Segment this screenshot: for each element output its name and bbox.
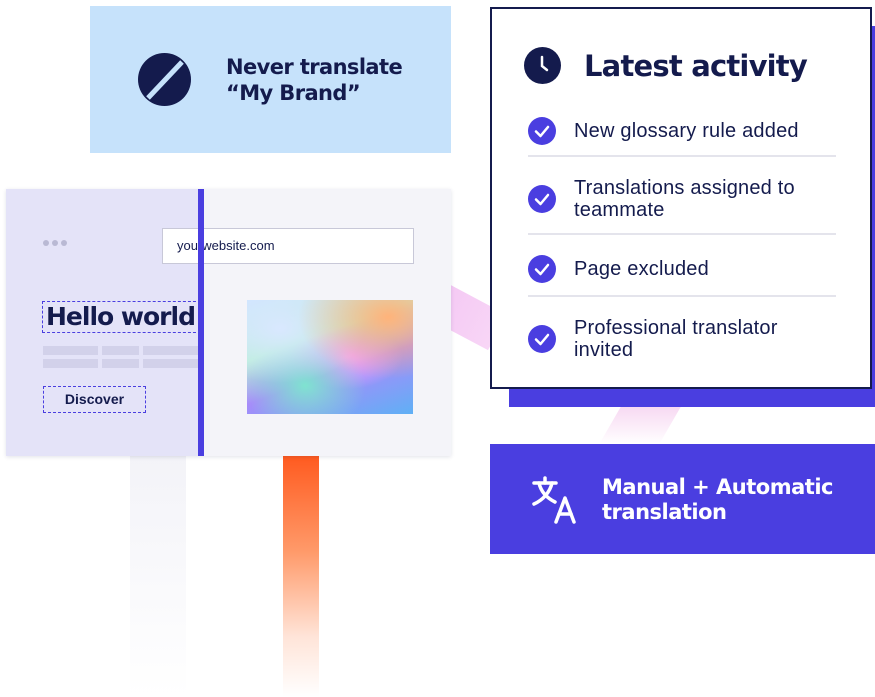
decorative-streak xyxy=(130,455,186,697)
check-circle-icon xyxy=(528,255,556,283)
decorative-orange-streak xyxy=(283,455,319,697)
activity-item: New glossary rule added xyxy=(528,117,836,145)
window-dot xyxy=(52,240,58,246)
activity-item: Page excluded xyxy=(528,255,836,283)
brand-message: Never translate “My Brand” xyxy=(226,54,403,106)
clock-icon xyxy=(524,47,561,84)
translate-icon xyxy=(532,476,576,524)
check-circle-icon xyxy=(528,117,556,145)
translation-line-2: translation xyxy=(602,500,727,524)
brand-line-1: Never translate xyxy=(226,55,403,79)
activity-item-label: Page excluded xyxy=(574,258,709,280)
brand-line-2: “My Brand” xyxy=(226,81,361,105)
translation-message: Manual + Automatic translation xyxy=(602,475,833,525)
translation-card: Manual + Automatic translation xyxy=(490,444,875,554)
check-circle-icon xyxy=(528,185,556,213)
browser-mockup: yourwebsite.com Hello world Discover xyxy=(6,189,451,456)
divider xyxy=(528,295,836,297)
activity-item: Translations assigned to teammate xyxy=(528,177,836,221)
activity-header: Latest activity xyxy=(524,47,808,84)
translation-line-1: Manual + Automatic xyxy=(602,475,833,499)
hello-heading: Hello world xyxy=(42,301,201,333)
divider xyxy=(528,155,836,157)
activity-title: Latest activity xyxy=(584,48,808,83)
window-dots xyxy=(43,240,67,246)
hero-image xyxy=(247,300,413,414)
no-translate-icon xyxy=(138,53,191,106)
divider xyxy=(528,233,836,235)
activity-item-label: Professional translator invited xyxy=(574,317,778,361)
activity-item-label: Translations assigned to teammate xyxy=(574,177,795,221)
placeholder-text-lines xyxy=(43,346,198,372)
window-dot xyxy=(61,240,67,246)
activity-card: Latest activity New glossary rule added … xyxy=(490,7,872,389)
activity-item-label: New glossary rule added xyxy=(574,120,799,142)
discover-button[interactable]: Discover xyxy=(43,386,146,413)
activity-item: Professional translator invited xyxy=(528,317,836,361)
window-dot xyxy=(43,240,49,246)
check-circle-icon xyxy=(528,325,556,353)
